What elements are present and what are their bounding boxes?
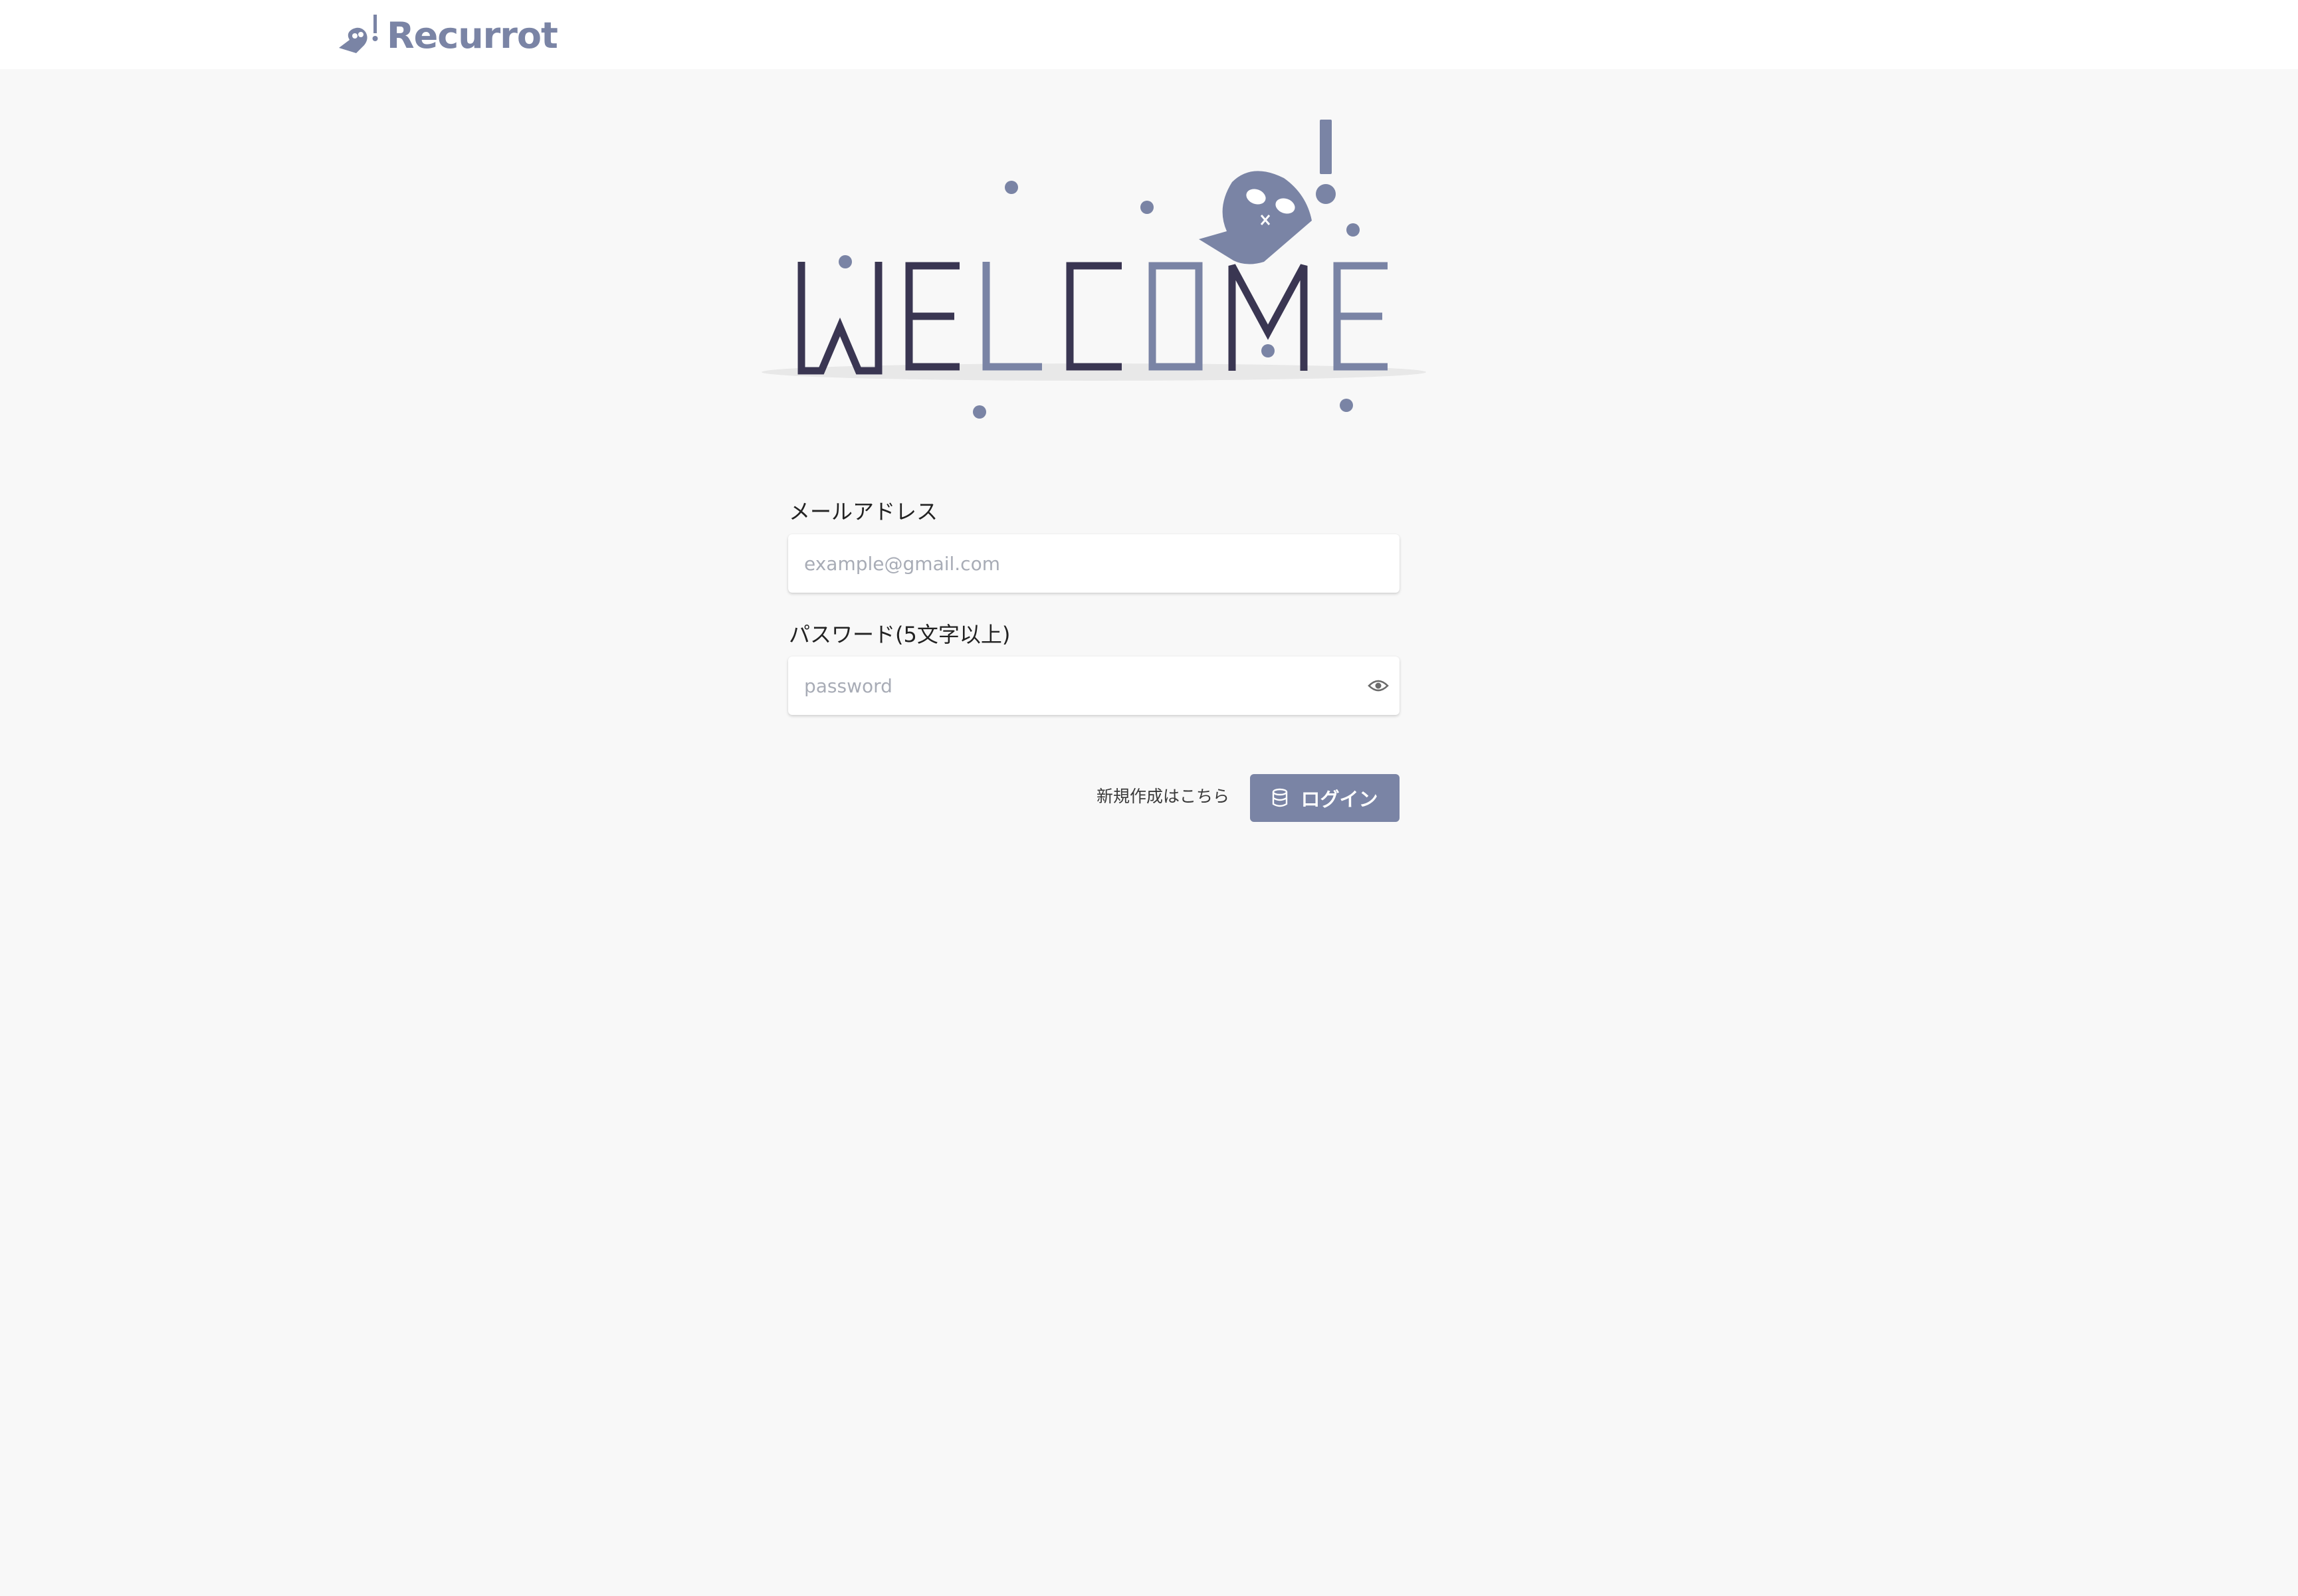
email-field-box: [788, 534, 1400, 593]
confetti-dot: [1261, 344, 1275, 357]
app-logo[interactable]: Recurrot: [336, 9, 558, 62]
app-name: Recurrot: [387, 15, 558, 56]
confetti-dot: [973, 405, 986, 419]
login-button[interactable]: ログイン: [1250, 774, 1400, 822]
confetti-dot: [1340, 399, 1353, 412]
confetti-dot: [1346, 223, 1360, 237]
login-page: Recurrot メールアドレス example@gmail.com パスワード…: [0, 0, 2298, 1596]
signup-link[interactable]: 新規作成はこちら: [1097, 788, 1229, 805]
welcome-letter-l: [982, 262, 1042, 371]
confetti-dot: [1005, 181, 1018, 194]
password-field-box: [788, 656, 1400, 715]
login-button-label: ログイン: [1301, 788, 1378, 811]
email-input[interactable]: [788, 534, 1400, 593]
database-icon: [1273, 788, 1288, 807]
welcome-letter-o: [1148, 262, 1203, 371]
welcome-letter-c: [1066, 262, 1122, 371]
confetti-dot: [1140, 201, 1154, 214]
confetti-dot: [839, 255, 852, 268]
password-input[interactable]: [788, 656, 1400, 715]
mascot-icon: [1199, 120, 1336, 264]
email-label: メールアドレス: [789, 499, 938, 524]
welcome-letter-w: [797, 262, 883, 375]
top-header: Recurrot: [0, 0, 2298, 69]
welcome-illustration: [762, 120, 1426, 419]
parrot-icon: [339, 15, 378, 53]
eye-icon[interactable]: [1368, 676, 1389, 696]
password-label: パスワード(5文字以上): [789, 622, 1011, 647]
